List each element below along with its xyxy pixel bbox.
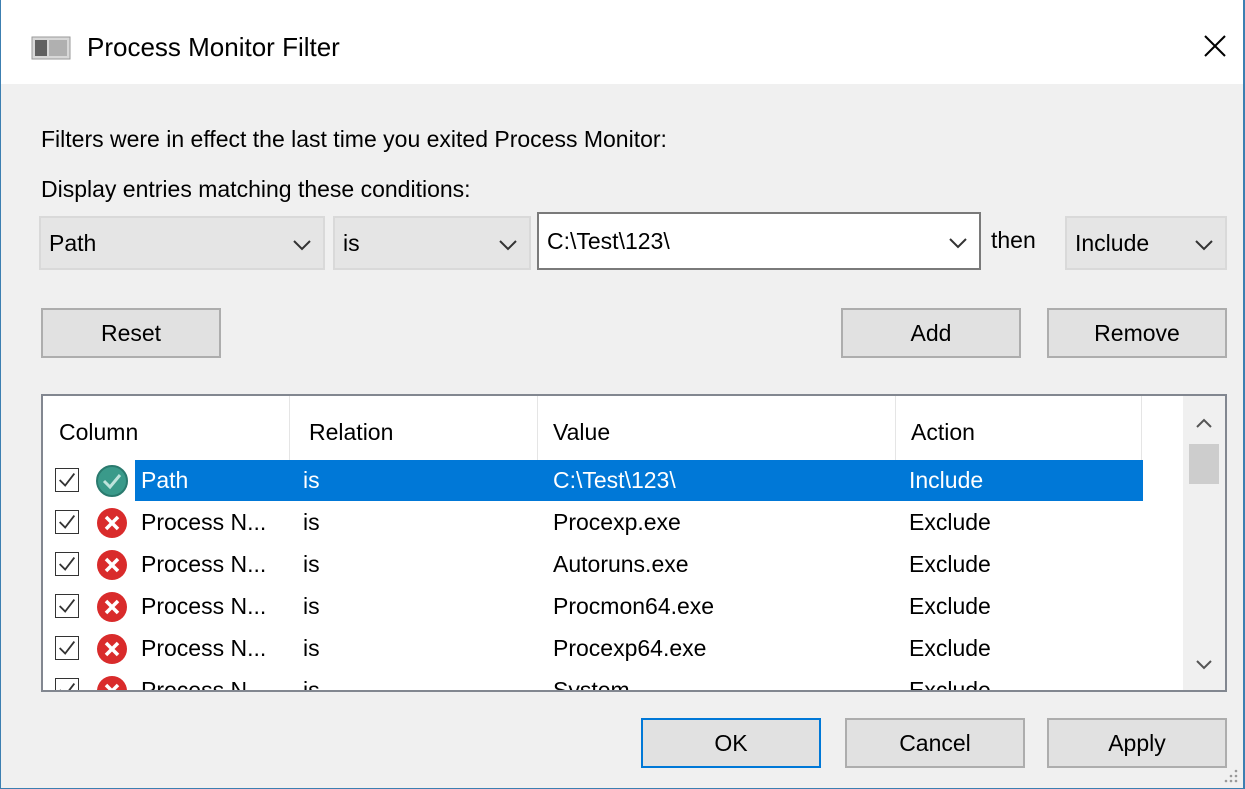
app-window-icon xyxy=(31,36,71,60)
cancel-button[interactable]: Cancel xyxy=(845,718,1025,768)
row-value-text: Autoruns.exe xyxy=(553,551,689,577)
row-checkbox[interactable] xyxy=(55,594,79,618)
column-header-action[interactable]: Action xyxy=(911,396,975,468)
chevron-down-icon xyxy=(293,240,311,251)
row-action-text: Exclude xyxy=(909,509,991,535)
scrollbar-thumb[interactable] xyxy=(1189,444,1219,484)
filter-row[interactable]: Process N... is Procexp64.exe Exclude xyxy=(43,628,1143,669)
row-column-text: Process N... xyxy=(141,635,267,661)
row-action-text: Exclude xyxy=(909,593,991,619)
exclude-x-icon xyxy=(97,676,127,690)
row-relation-text: is xyxy=(303,467,320,493)
then-label: then xyxy=(991,227,1036,253)
title-bar: Process Monitor Filter xyxy=(1,0,1243,84)
column-header-value[interactable]: Value xyxy=(553,396,610,468)
header-divider[interactable] xyxy=(289,396,290,468)
exclude-x-icon xyxy=(97,634,127,664)
row-relation-text: is xyxy=(303,593,320,619)
apply-button[interactable]: Apply xyxy=(1047,718,1227,768)
scroll-down-button[interactable] xyxy=(1183,650,1225,680)
row-value-text: Procexp64.exe xyxy=(553,635,707,661)
value-input-text[interactable]: C:\Test\123\ xyxy=(547,226,670,256)
relation-select-value: is xyxy=(343,230,360,256)
remove-button[interactable]: Remove xyxy=(1047,308,1227,358)
chevron-up-icon xyxy=(1196,418,1212,428)
header-divider[interactable] xyxy=(1141,396,1142,468)
filter-row[interactable]: Process N... is System Exclude xyxy=(43,670,1143,692)
row-relation-text: is xyxy=(303,509,320,535)
row-column-text: Process N... xyxy=(141,593,267,619)
column-header-column[interactable]: Column xyxy=(59,396,138,468)
filter-row[interactable]: Process N... is Procmon64.exe Exclude xyxy=(43,586,1143,627)
row-checkbox[interactable] xyxy=(55,678,79,692)
action-select[interactable]: Include xyxy=(1065,216,1227,270)
row-value-text: System xyxy=(553,677,630,692)
row-action-text: Exclude xyxy=(909,635,991,661)
column-select-value: Path xyxy=(49,230,97,256)
row-column-text: Process N... xyxy=(141,677,267,692)
reset-button[interactable]: Reset xyxy=(41,308,221,358)
process-monitor-filter-dialog: Process Monitor Filter Filters were in e… xyxy=(0,0,1245,789)
row-checkbox[interactable] xyxy=(55,510,79,534)
row-value-text: Procexp.exe xyxy=(553,509,681,535)
row-checkbox[interactable] xyxy=(55,552,79,576)
close-icon xyxy=(1204,35,1226,57)
add-button[interactable]: Add xyxy=(841,308,1021,358)
row-column-text: Path xyxy=(141,467,189,493)
conditions-label: Display entries matching these condition… xyxy=(41,176,471,202)
vertical-scrollbar[interactable] xyxy=(1183,396,1225,690)
scroll-up-button[interactable] xyxy=(1183,408,1225,438)
exclude-x-icon xyxy=(97,508,127,538)
chevron-down-icon xyxy=(1195,240,1213,251)
relation-select[interactable]: is xyxy=(333,216,531,270)
chevron-down-icon xyxy=(1196,660,1212,670)
filter-row[interactable]: Process N... is Autoruns.exe Exclude xyxy=(43,544,1143,585)
row-relation-text: is xyxy=(303,551,320,577)
value-combobox[interactable]: C:\Test\123\ xyxy=(537,212,981,270)
filter-list[interactable]: Column Relation Value Action Path is C:\… xyxy=(41,394,1227,692)
row-action-text: Include xyxy=(909,467,984,493)
include-check-icon xyxy=(96,465,128,497)
exclude-x-icon xyxy=(97,592,127,622)
filters-notice-label: Filters were in effect the last time you… xyxy=(41,126,667,152)
filter-row[interactable]: Path is C:\Test\123\ Include xyxy=(43,460,1143,501)
row-relation-text: is xyxy=(303,677,320,692)
close-button[interactable] xyxy=(1191,22,1239,70)
row-checkbox[interactable] xyxy=(55,636,79,660)
column-header-relation[interactable]: Relation xyxy=(309,396,393,468)
filter-row[interactable]: Process N... is Procexp.exe Exclude xyxy=(43,502,1143,543)
resize-grip-icon[interactable] xyxy=(1223,768,1239,784)
exclude-x-icon xyxy=(97,550,127,580)
window-title: Process Monitor Filter xyxy=(87,32,340,62)
column-select[interactable]: Path xyxy=(39,216,325,270)
ok-button[interactable]: OK xyxy=(641,718,821,768)
header-divider[interactable] xyxy=(895,396,896,468)
row-value-text: Procmon64.exe xyxy=(553,593,715,619)
header-divider[interactable] xyxy=(537,396,538,468)
row-column-text: Process N... xyxy=(141,551,267,577)
chevron-down-icon[interactable] xyxy=(947,232,969,254)
row-checkbox[interactable] xyxy=(55,468,79,492)
chevron-down-icon xyxy=(499,240,517,251)
row-value-text: C:\Test\123\ xyxy=(553,467,676,493)
action-select-value: Include xyxy=(1075,230,1150,256)
row-action-text: Exclude xyxy=(909,677,991,692)
row-relation-text: is xyxy=(303,635,320,661)
row-column-text: Process N... xyxy=(141,509,267,535)
row-action-text: Exclude xyxy=(909,551,991,577)
